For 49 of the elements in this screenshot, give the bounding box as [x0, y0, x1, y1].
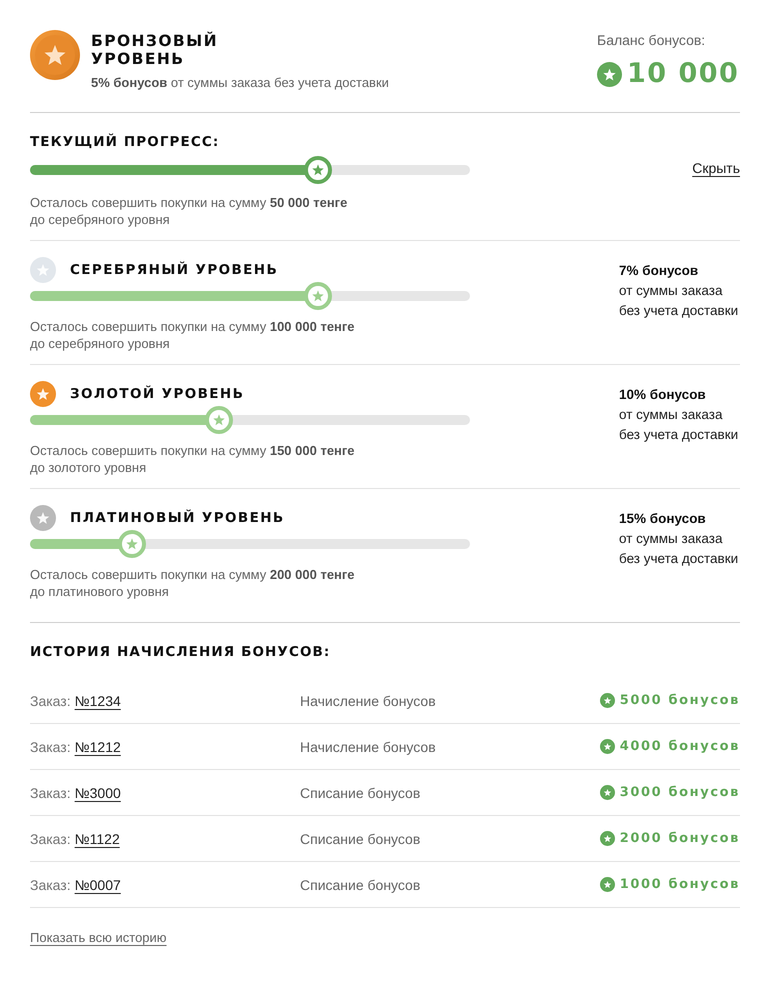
- section-heading: ТЕКУЩИЙ ПРОГРЕСС:: [30, 133, 220, 151]
- order-label: Заказ:: [30, 738, 71, 754]
- order-label: Заказ:: [30, 784, 71, 800]
- star-coin-icon: [600, 693, 615, 708]
- star-coin-icon: [597, 62, 622, 86]
- show-history-link[interactable]: Показать всю историю: [30, 929, 167, 947]
- star-coin-icon: [600, 877, 615, 892]
- operation-type: Начисление бонусов: [300, 692, 437, 708]
- order-label: Заказ:: [30, 876, 71, 892]
- section-heading: ИСТОРИЯ НАЧИСЛЕНИЯ БОНУСОВ:: [30, 643, 332, 661]
- bonus-amount: 4000 бонусов: [620, 739, 740, 754]
- remaining-amount-text: Осталось совершить покупки на сумму 150 000 тенге до золотого уровня: [30, 442, 356, 476]
- remaining-amount-text: Осталось совершить покупки на сумму 100 000 тенге до серебряного уровня: [30, 318, 356, 352]
- order-link[interactable]: №0007: [74, 876, 121, 892]
- star-medal-icon: [30, 30, 80, 80]
- level-bonus-text: 15% бонусов от суммы заказа без учета доставки: [619, 510, 740, 568]
- order-label: Заказ:: [30, 830, 71, 846]
- remaining-amount-text: Осталось совершить покупки на сумму 200 000 тенге до платинового уровня: [30, 566, 356, 600]
- operation-type: Начисление бонусов: [300, 738, 437, 754]
- level-name: ПЛАТИНОВЫЙ УРОВЕНЬ: [70, 509, 285, 527]
- bonus-amount: 3000 бонусов: [620, 785, 740, 800]
- star-icon: [126, 538, 138, 550]
- star-coin-icon: [600, 739, 615, 754]
- order-link[interactable]: №1122: [74, 830, 120, 846]
- bonus-amount: 1000 бонусов: [620, 877, 740, 892]
- operation-type: Списание бонусов: [300, 784, 422, 800]
- level-name: СЕРЕБРЯНЫЙ УРОВЕНЬ: [70, 261, 278, 279]
- hide-link[interactable]: Скрыть: [692, 159, 740, 177]
- order-label: Заказ:: [30, 692, 71, 708]
- star-coin-icon: [600, 831, 615, 846]
- operation-type: Списание бонусов: [300, 876, 422, 892]
- star-icon: [213, 414, 226, 426]
- balance-label: Баланс бонусов:: [597, 31, 706, 49]
- balance-value: 10 000: [627, 59, 740, 89]
- remaining-amount-text: Осталось совершить покупки на сумму 50 000 тенге до серебряного уровня: [30, 194, 348, 228]
- bonus-amount: 5000 бонусов: [620, 693, 740, 708]
- bonus-rate-text: 5% бонусов от суммы заказа без учета доставки: [91, 74, 389, 92]
- order-link[interactable]: №1234: [74, 692, 121, 708]
- star-coin-icon: [600, 785, 615, 800]
- star-icon: [312, 164, 324, 176]
- level-title: БРОНЗОВЫЙ УРОВЕНЬ: [91, 32, 219, 68]
- level-name: ЗОЛОТОЙ УРОВЕНЬ: [70, 385, 244, 403]
- bonus-amount: 2000 бонусов: [620, 831, 740, 846]
- level-bonus-text: 10% бонусов от суммы заказа без учета доставки: [619, 386, 740, 444]
- star-icon: [312, 290, 324, 302]
- order-link[interactable]: №1212: [74, 738, 121, 754]
- order-link[interactable]: №3000: [74, 784, 121, 800]
- operation-type: Списание бонусов: [300, 830, 422, 846]
- level-bonus-text: 7% бонусов от суммы заказа без учета доставки: [619, 262, 740, 320]
